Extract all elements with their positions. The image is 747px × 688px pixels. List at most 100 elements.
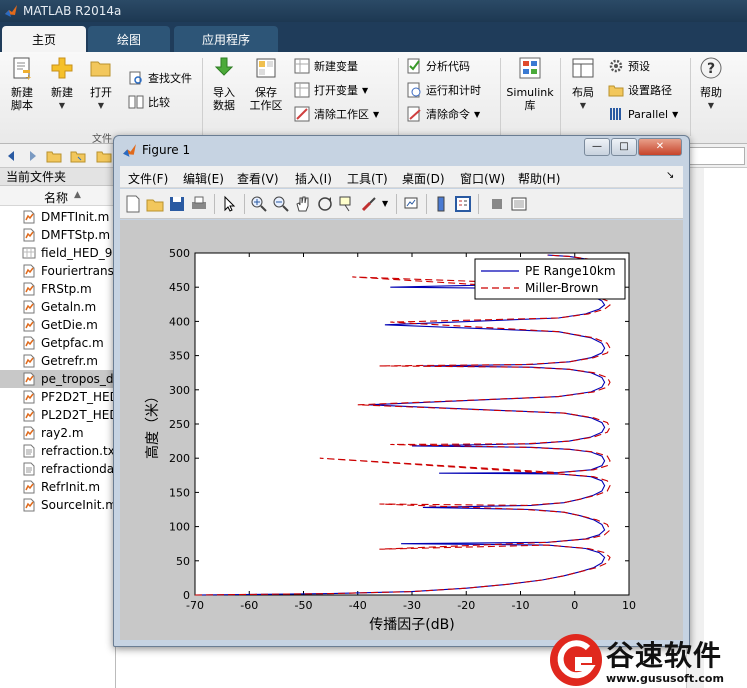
new-script-button[interactable]: + 新建 脚本 <box>4 56 40 112</box>
file-list-item[interactable]: Getrefr.m <box>0 352 116 370</box>
find-files-button[interactable]: 查找文件 <box>128 68 192 88</box>
open-button[interactable]: 打开 ▼ <box>84 56 118 112</box>
clear-commands-button[interactable]: 清除命令 ▼ <box>406 104 480 124</box>
figure-menubar: 文件(F) 编辑(E) 查看(V) 插入(I) 工具(T) 桌面(D) 窗口(W… <box>120 166 683 188</box>
file-list-item[interactable]: field_HED_90 <box>0 244 116 262</box>
zoom-in-icon[interactable] <box>250 195 268 213</box>
pointer-icon[interactable] <box>220 195 238 213</box>
menu-tools[interactable]: 工具(T) <box>347 170 388 187</box>
figure-titlebar[interactable]: Figure 1 — □ ✕ <box>114 136 689 164</box>
m-file-icon <box>23 408 35 422</box>
file-list-item[interactable]: PL2D2T_HED <box>0 406 116 424</box>
file-list-item[interactable]: RefrInit.m <box>0 478 116 496</box>
browse-folder-icon[interactable] <box>70 148 86 164</box>
tab-home[interactable]: 主页 <box>2 26 86 52</box>
menu-help[interactable]: 帮助(H) <box>518 170 560 187</box>
menu-window[interactable]: 窗口(W) <box>460 170 505 187</box>
menu-desktop[interactable]: 桌面(D) <box>402 170 445 187</box>
rotate-3d-icon[interactable] <box>316 195 334 213</box>
maximize-button[interactable]: □ <box>611 138 637 156</box>
import-data-button[interactable]: 导入 数据 <box>206 56 242 112</box>
clear-workspace-button[interactable]: 清除工作区 ▼ <box>294 104 379 124</box>
layout-icon <box>572 58 594 78</box>
new-variable-button[interactable]: 新建变量 <box>294 56 358 76</box>
parallel-label: Parallel <box>628 107 669 121</box>
back-arrow-icon[interactable] <box>4 148 20 164</box>
file-list-item[interactable]: pe_tropos_d <box>0 370 116 388</box>
file-list-item[interactable]: refraction.txt <box>0 442 116 460</box>
menubar-dock-icon[interactable]: ↘ <box>666 170 674 181</box>
zoom-out-icon[interactable] <box>272 195 290 213</box>
legend-icon[interactable] <box>454 195 472 213</box>
layout-button[interactable]: 布局 ▼ <box>566 56 600 112</box>
up-folder-icon[interactable] <box>46 148 62 164</box>
chevron-down-icon[interactable]: ▼ <box>382 199 400 217</box>
mat-file-icon <box>22 247 36 259</box>
file-list-item[interactable]: refractionda <box>0 460 116 478</box>
file-list-item[interactable]: DMFTInit.m <box>0 208 116 226</box>
hide-plot-tools-icon[interactable] <box>488 195 506 213</box>
file-name: DMFTStp.m <box>41 228 111 242</box>
folder-open-icon <box>90 61 111 77</box>
new-button[interactable]: 新建 ▼ <box>46 56 78 112</box>
ribbon-separator <box>500 58 501 136</box>
new-script-label: 新建 脚本 <box>11 86 33 112</box>
close-button[interactable]: ✕ <box>638 138 682 156</box>
find-files-label: 查找文件 <box>148 72 192 85</box>
menu-edit[interactable]: 编辑(E) <box>183 170 224 187</box>
file-list-item[interactable]: GetDie.m <box>0 316 116 334</box>
compare-label: 比较 <box>148 96 170 109</box>
simulink-button[interactable]: Simulink 库 <box>504 56 556 112</box>
file-list-item[interactable]: ray2.m <box>0 424 116 442</box>
file-list-item[interactable]: DMFTStp.m <box>0 226 116 244</box>
file-list-item[interactable]: PF2D2T_HED <box>0 388 116 406</box>
file-name: pe_tropos_d <box>41 372 114 386</box>
open-file-icon[interactable] <box>146 195 164 213</box>
minimize-button[interactable]: — <box>584 138 610 156</box>
set-path-button[interactable]: 设置路径 <box>608 80 672 100</box>
file-list-item[interactable]: Getpfac.m <box>0 334 116 352</box>
y-tick-label: 500 <box>169 247 190 260</box>
data-cursor-icon[interactable] <box>338 195 356 213</box>
compare-button[interactable]: 比较 <box>128 92 170 112</box>
watermark-title: 谷速软件 <box>606 639 723 672</box>
save-icon[interactable] <box>168 195 186 213</box>
m-file-icon <box>23 372 35 386</box>
x-axis-label: 传播因子(dB) <box>369 617 454 633</box>
show-plot-tools-icon[interactable] <box>510 195 528 213</box>
save-workspace-button[interactable]: 保存 工作区 <box>246 56 286 112</box>
forward-arrow-icon[interactable] <box>24 148 40 164</box>
file-name: RefrInit.m <box>41 480 101 494</box>
tab-plots[interactable]: 绘图 <box>88 26 170 52</box>
chevron-down-icon: ▼ <box>58 101 66 110</box>
file-list-item[interactable]: FRStp.m <box>0 280 116 298</box>
tab-apps[interactable]: 应用程序 <box>174 26 278 52</box>
run-and-time-button[interactable]: 运行和计时 <box>406 80 481 100</box>
colorbar-icon[interactable] <box>432 195 450 213</box>
help-label: 帮助 <box>700 86 722 99</box>
menu-file[interactable]: 文件(F) <box>128 170 168 187</box>
menu-view[interactable]: 查看(V) <box>237 170 279 187</box>
new-figure-icon[interactable] <box>124 195 142 213</box>
preferences-button[interactable]: 预设 <box>608 56 650 76</box>
brush-icon[interactable] <box>360 195 378 213</box>
y-tick-label: 150 <box>169 486 190 499</box>
print-icon[interactable] <box>190 195 208 213</box>
new-script-icon: + <box>13 57 32 82</box>
new-variable-label: 新建变量 <box>314 60 358 73</box>
file-list-item[interactable]: Fouriertrans. <box>0 262 116 280</box>
import-data-label: 导入 数据 <box>213 86 235 112</box>
open-variable-button[interactable]: 打开变量 ▼ <box>294 80 368 100</box>
m-file-icon <box>23 354 35 368</box>
column-header-name[interactable]: 名称 ▲ <box>0 186 115 206</box>
m-file-icon <box>23 264 35 278</box>
link-plot-icon[interactable] <box>402 195 420 213</box>
file-list-item[interactable]: SourceInit.m <box>0 496 116 514</box>
pan-hand-icon[interactable] <box>294 195 312 213</box>
ribbon-separator <box>202 58 203 136</box>
menu-insert[interactable]: 插入(I) <box>295 170 332 187</box>
help-button[interactable]: ? 帮助 ▼ <box>694 56 728 112</box>
analyze-code-button[interactable]: 分析代码 <box>406 56 470 76</box>
parallel-button[interactable]: Parallel ▼ <box>608 104 678 124</box>
file-list-item[interactable]: Getaln.m <box>0 298 116 316</box>
